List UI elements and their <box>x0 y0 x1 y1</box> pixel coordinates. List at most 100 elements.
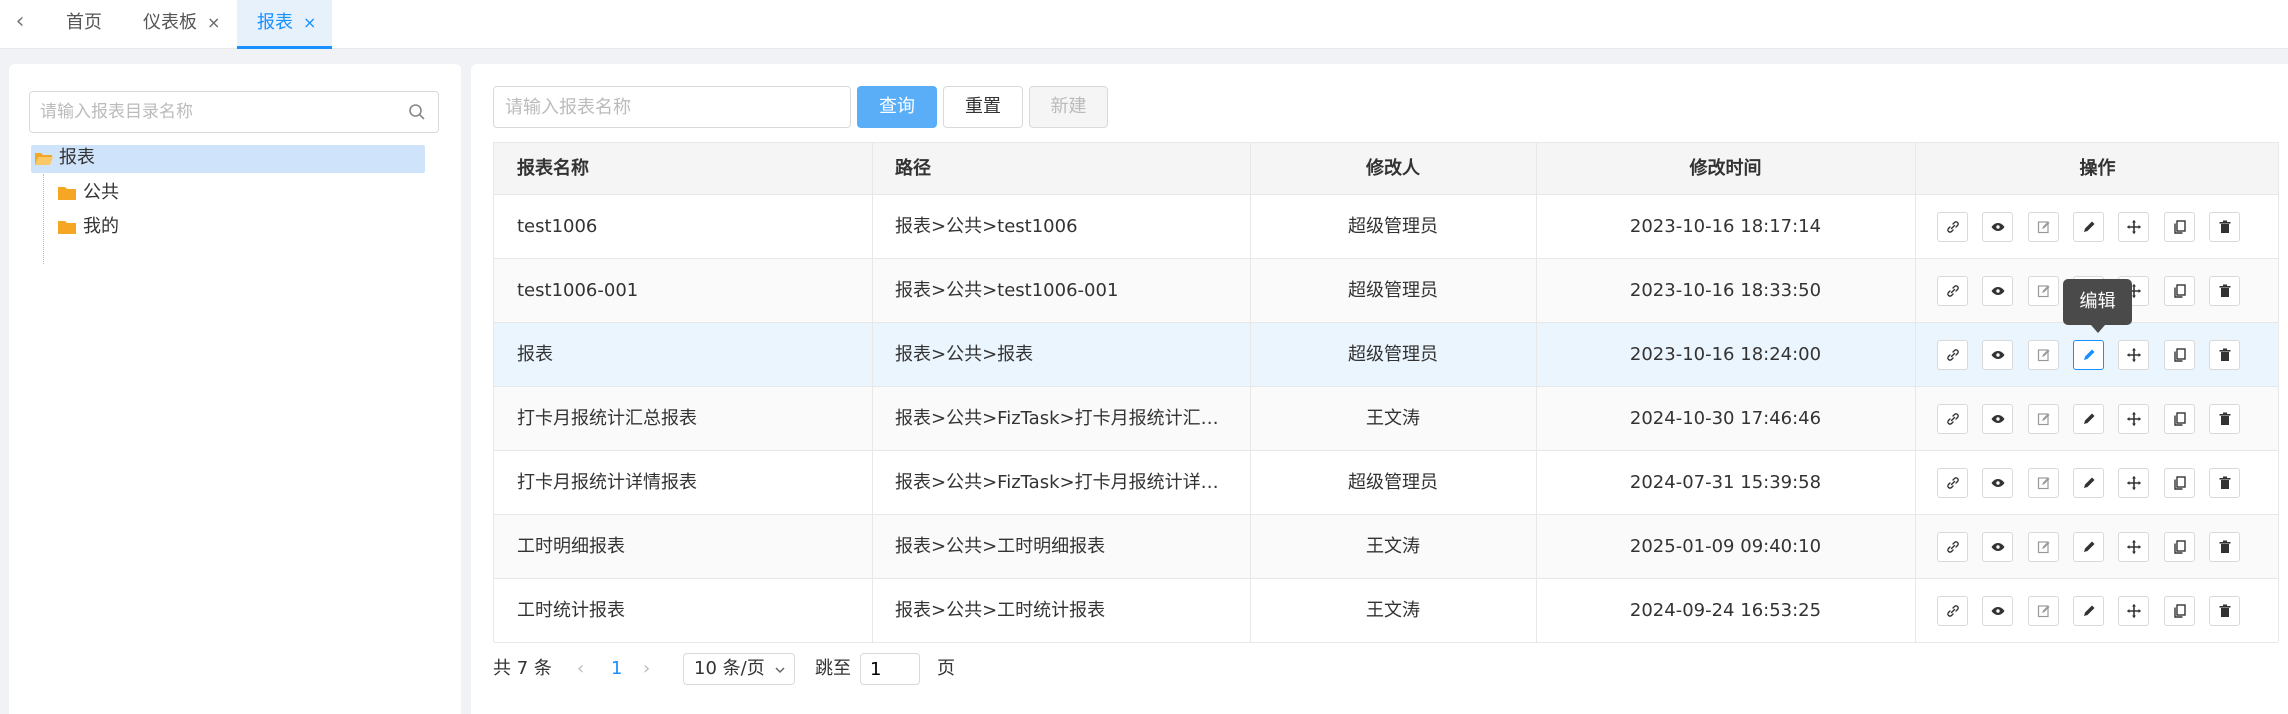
pencil-button[interactable] <box>2072 596 2104 626</box>
eye-button[interactable] <box>1982 596 2014 626</box>
edit-note-button[interactable] <box>2027 468 2059 498</box>
move-button[interactable] <box>2118 596 2150 626</box>
copy-button[interactable] <box>2163 212 2195 242</box>
page-unit-label: 页 <box>937 658 955 679</box>
move-button[interactable] <box>2118 340 2150 370</box>
back-icon[interactable]: ‹ <box>8 10 32 34</box>
catalog-search-input[interactable] <box>40 100 400 124</box>
pencil-button[interactable] <box>2072 404 2104 434</box>
edit-note-button[interactable] <box>2027 596 2059 626</box>
trash-button[interactable] <box>2208 596 2240 626</box>
edit-note-button[interactable] <box>2027 212 2059 242</box>
move-button[interactable] <box>2118 468 2150 498</box>
eye-button[interactable] <box>1982 404 2014 434</box>
cell-time: 2023-10-16 18:24:00 <box>1629 344 1822 365</box>
table-row[interactable]: 打卡月报统计汇总报表 报表>公共>FizTask>打卡月报统计汇… 王文涛 2024-… <box>494 387 2278 451</box>
trash-button[interactable] <box>2208 212 2240 242</box>
jump-label: 跳至 <box>815 658 851 679</box>
column-divider <box>1915 451 1916 514</box>
page-size-select[interactable]: 10 条/页 <box>683 653 795 685</box>
copy-button[interactable] <box>2163 596 2195 626</box>
link-button[interactable] <box>1937 340 1968 370</box>
move-button[interactable] <box>2118 532 2150 562</box>
edit-note-button[interactable] <box>2027 340 2059 370</box>
copy-button[interactable] <box>2163 276 2195 306</box>
edit-note-button[interactable] <box>2027 532 2059 562</box>
copy-icon <box>2173 284 2186 298</box>
column-header-time[interactable]: 修改时间 <box>1536 143 1915 194</box>
table-row[interactable]: 工时明细报表 报表>公共>工时明细报表 王文涛 2025-01-09 09:40:10 <box>494 515 2278 579</box>
pencil-button[interactable] <box>2072 212 2104 242</box>
copy-button[interactable] <box>2163 340 2195 370</box>
query-button[interactable]: 查询 <box>857 86 937 128</box>
link-button[interactable] <box>1937 596 1968 626</box>
table-row[interactable]: test1006-001 报表>公共>test1006-001 超级管理员 2023-… <box>494 259 2278 323</box>
tab-report[interactable]: 报表 × <box>237 0 332 49</box>
column-divider <box>872 515 873 578</box>
pencil-button[interactable] <box>2072 468 2104 498</box>
link-button[interactable] <box>1937 404 1968 434</box>
table-row[interactable]: 打卡月报统计详情报表 报表>公共>FizTask>打卡月报统计详… 超级管理员 202… <box>494 451 2278 515</box>
edit-note-button[interactable] <box>2027 276 2059 306</box>
column-divider <box>1536 195 1537 258</box>
eye-icon <box>1991 543 2005 551</box>
pencil-button[interactable] <box>2072 340 2104 370</box>
eye-button[interactable] <box>1982 532 2014 562</box>
eye-button[interactable] <box>1982 468 2014 498</box>
eye-button[interactable] <box>1982 340 2014 370</box>
catalog-panel: 报表 公共 我的 <box>9 64 461 714</box>
pencil-button[interactable] <box>2072 532 2104 562</box>
tab-dashboard[interactable]: 仪表板 × <box>135 0 235 49</box>
move-button[interactable] <box>2118 212 2150 242</box>
trash-button[interactable] <box>2208 404 2240 434</box>
table-row[interactable]: 工时统计报表 报表>公共>工时统计报表 王文涛 2024-09-24 16:53:25 <box>494 579 2278 643</box>
trash-button[interactable] <box>2208 532 2240 562</box>
report-name-input[interactable] <box>493 86 851 128</box>
tree-node-public[interactable]: 公共 <box>57 180 157 208</box>
eye-button[interactable] <box>1982 276 2014 306</box>
tree-node-mine[interactable]: 我的 <box>57 214 157 242</box>
column-header-path[interactable]: 路径 <box>872 143 1250 194</box>
tab-home[interactable]: 首页 <box>58 0 120 49</box>
eye-button[interactable] <box>1982 212 2014 242</box>
link-button[interactable] <box>1937 468 1968 498</box>
column-divider <box>1536 259 1537 322</box>
copy-button[interactable] <box>2163 404 2195 434</box>
column-divider <box>1536 579 1537 642</box>
total-count: 共 7 条 <box>493 658 552 679</box>
search-icon[interactable] <box>408 103 426 121</box>
copy-button[interactable] <box>2163 468 2195 498</box>
close-icon[interactable]: × <box>303 0 316 46</box>
close-icon[interactable]: × <box>207 0 220 46</box>
table-row[interactable]: test1006 报表>公共>test1006 超级管理员 2023-10-16 18… <box>494 195 2278 259</box>
next-page-icon[interactable]: › <box>643 649 650 689</box>
trash-button[interactable] <box>2208 468 2240 498</box>
column-divider <box>1536 323 1537 386</box>
prev-page-icon[interactable]: ‹ <box>577 649 584 689</box>
link-button[interactable] <box>1937 532 1968 562</box>
tab-label: 报表 <box>257 12 293 33</box>
table-header: 报表名称 路径 修改人 修改时间 操作 <box>494 143 2278 195</box>
column-header-name[interactable]: 报表名称 <box>494 143 872 194</box>
cell-time: 2023-10-16 18:17:14 <box>1629 216 1822 237</box>
link-button[interactable] <box>1937 212 1968 242</box>
tree-node-report[interactable]: 报表 <box>31 145 425 173</box>
move-icon <box>2127 476 2142 490</box>
trash-button[interactable] <box>2208 340 2240 370</box>
cell-name: 报表 <box>517 344 553 365</box>
table-row[interactable]: 报表 报表>公共>报表 超级管理员 2023-10-16 18:24:00 <box>494 323 2278 387</box>
column-header-modifier[interactable]: 修改人 <box>1250 143 1536 194</box>
trash-icon <box>2219 604 2231 617</box>
link-button[interactable] <box>1937 276 1968 306</box>
trash-button[interactable] <box>2208 276 2240 306</box>
jump-page-input[interactable] <box>860 653 920 685</box>
eye-icon <box>1991 351 2005 359</box>
page-number[interactable]: 1 <box>611 649 622 689</box>
cell-name: 打卡月报统计汇总报表 <box>517 408 697 429</box>
trash-icon <box>2219 412 2231 425</box>
copy-button[interactable] <box>2163 532 2195 562</box>
reset-button[interactable]: 重置 <box>943 86 1023 128</box>
column-divider <box>1250 387 1251 450</box>
move-button[interactable] <box>2118 404 2150 434</box>
edit-note-button[interactable] <box>2027 404 2059 434</box>
